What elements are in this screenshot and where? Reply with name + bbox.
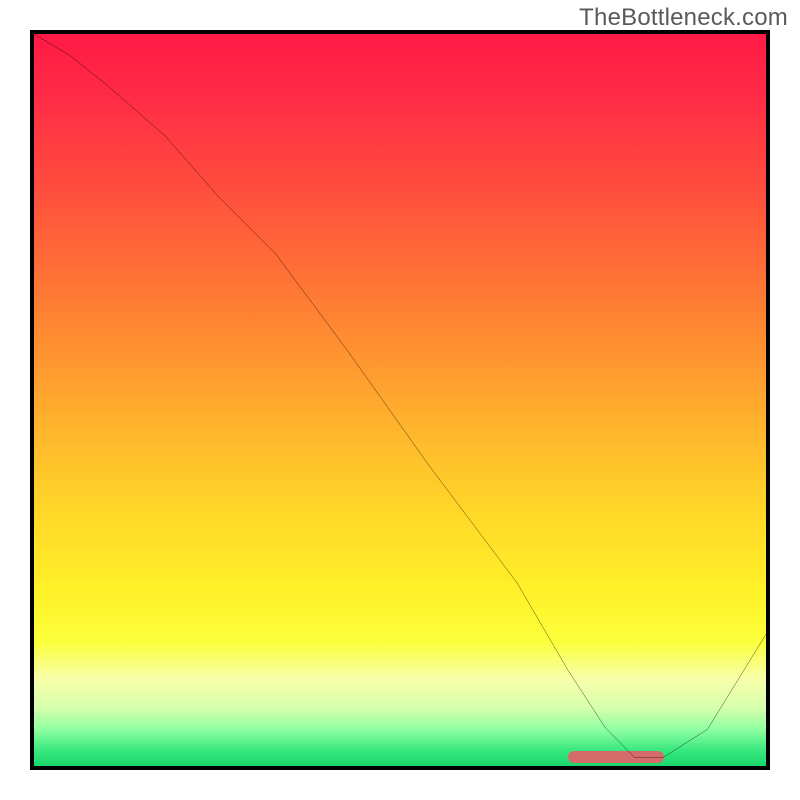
bottleneck-curve [34, 34, 766, 766]
chart-area [30, 30, 770, 770]
curve-path [34, 34, 766, 757]
watermark-text: TheBottleneck.com [579, 4, 788, 32]
